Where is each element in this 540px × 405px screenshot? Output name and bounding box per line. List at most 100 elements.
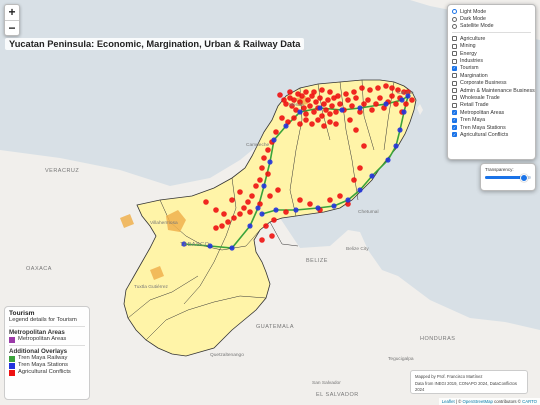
conflict-marker[interactable] — [377, 95, 383, 101]
radio-icon[interactable] — [452, 9, 457, 15]
checkbox-icon[interactable]: ✓ — [452, 117, 457, 123]
station-marker[interactable] — [369, 173, 375, 179]
checkbox-icon[interactable] — [452, 73, 457, 79]
conflict-marker[interactable] — [329, 103, 335, 109]
conflict-marker[interactable] — [403, 101, 409, 107]
carto-link[interactable]: CARTO — [522, 399, 537, 404]
station-marker[interactable] — [271, 137, 277, 143]
station-marker[interactable] — [273, 207, 279, 213]
conflict-marker[interactable] — [267, 193, 273, 199]
station-marker[interactable] — [385, 157, 391, 163]
conflict-marker[interactable] — [279, 115, 285, 121]
conflict-marker[interactable] — [265, 171, 271, 177]
station-marker[interactable] — [293, 207, 299, 213]
conflict-marker[interactable] — [203, 199, 209, 205]
radio-icon[interactable] — [452, 23, 457, 29]
conflict-marker[interactable] — [253, 183, 259, 189]
station-marker[interactable] — [399, 97, 405, 103]
conflict-marker[interactable] — [327, 89, 333, 95]
conflict-marker[interactable] — [303, 111, 309, 117]
station-marker[interactable] — [345, 197, 351, 203]
basemap-option-light[interactable]: Light Mode — [452, 8, 531, 15]
conflict-marker[interactable] — [333, 121, 339, 127]
overlay-option-tourism[interactable]: ✓ Tourism — [452, 65, 531, 72]
conflict-marker[interactable] — [305, 97, 311, 103]
conflict-marker[interactable] — [409, 97, 415, 103]
conflict-marker[interactable] — [269, 233, 275, 239]
conflict-marker[interactable] — [249, 193, 255, 199]
station-marker[interactable] — [259, 211, 265, 217]
conflict-marker[interactable] — [369, 107, 375, 113]
conflict-marker[interactable] — [273, 129, 279, 135]
overlay-option-metropolitan-areas[interactable]: ✓ Metropolitan Areas — [452, 109, 531, 116]
basemap-option-dark[interactable]: Dark Mode — [452, 15, 531, 22]
conflict-marker[interactable] — [241, 205, 247, 211]
conflict-marker[interactable] — [259, 237, 265, 243]
station-marker[interactable] — [357, 105, 363, 111]
station-marker[interactable] — [315, 205, 321, 211]
conflict-marker[interactable] — [259, 165, 265, 171]
checkbox-icon[interactable]: ✓ — [452, 65, 457, 71]
conflict-marker[interactable] — [303, 89, 309, 95]
conflict-marker[interactable] — [275, 187, 281, 193]
conflict-marker[interactable] — [309, 121, 315, 127]
station-marker[interactable] — [317, 105, 323, 111]
conflict-marker[interactable] — [257, 177, 263, 183]
station-marker[interactable] — [393, 143, 399, 149]
conflict-marker[interactable] — [291, 97, 297, 103]
conflict-marker[interactable] — [303, 117, 309, 123]
checkbox-icon[interactable] — [452, 43, 457, 49]
checkbox-icon[interactable]: ✓ — [452, 132, 457, 138]
conflict-marker[interactable] — [213, 207, 219, 213]
zoom-out-button[interactable]: − — [5, 20, 19, 35]
station-marker[interactable] — [331, 203, 337, 209]
station-marker[interactable] — [283, 123, 289, 129]
checkbox-icon[interactable] — [452, 80, 457, 86]
basemap-option-satellite[interactable]: Satellite Mode — [452, 23, 531, 30]
conflict-marker[interactable] — [353, 127, 359, 133]
conflict-marker[interactable] — [361, 101, 367, 107]
conflict-marker[interactable] — [271, 217, 277, 223]
station-marker[interactable] — [255, 205, 261, 211]
conflict-marker[interactable] — [393, 101, 399, 107]
conflict-marker[interactable] — [283, 209, 289, 215]
conflict-marker[interactable] — [333, 109, 339, 115]
station-marker[interactable] — [261, 183, 267, 189]
conflict-marker[interactable] — [237, 211, 243, 217]
checkbox-icon[interactable] — [452, 51, 457, 57]
conflict-marker[interactable] — [263, 223, 269, 229]
conflict-marker[interactable] — [389, 85, 395, 91]
overlay-option-energy[interactable]: Energy — [452, 50, 531, 57]
conflict-marker[interactable] — [383, 83, 389, 89]
checkbox-icon[interactable] — [452, 36, 457, 42]
overlay-option-mining[interactable]: Mining — [452, 43, 531, 50]
conflict-marker[interactable] — [325, 97, 331, 103]
conflict-marker[interactable] — [317, 95, 323, 101]
conflict-marker[interactable] — [351, 89, 357, 95]
conflict-marker[interactable] — [359, 85, 365, 91]
conflict-marker[interactable] — [347, 117, 353, 123]
conflict-marker[interactable] — [307, 201, 313, 207]
conflict-marker[interactable] — [319, 87, 325, 93]
conflict-marker[interactable] — [327, 111, 333, 117]
conflict-marker[interactable] — [351, 177, 357, 183]
conflict-marker[interactable] — [337, 101, 343, 107]
transparency-slider-thumb[interactable] — [520, 173, 529, 182]
conflict-marker[interactable] — [365, 97, 371, 103]
conflict-marker[interactable] — [311, 109, 317, 115]
station-marker[interactable] — [397, 127, 403, 133]
station-marker[interactable] — [357, 187, 363, 193]
station-marker[interactable] — [297, 109, 303, 115]
conflict-marker[interactable] — [295, 91, 301, 97]
checkbox-icon[interactable] — [452, 95, 457, 101]
conflict-marker[interactable] — [349, 103, 355, 109]
conflict-marker[interactable] — [389, 93, 395, 99]
conflict-marker[interactable] — [319, 113, 325, 119]
conflict-marker[interactable] — [277, 92, 283, 98]
conflict-marker[interactable] — [219, 223, 225, 229]
conflict-marker[interactable] — [283, 101, 289, 107]
conflict-marker[interactable] — [245, 199, 251, 205]
conflict-marker[interactable] — [345, 97, 351, 103]
conflict-marker[interactable] — [311, 89, 317, 95]
conflict-marker[interactable] — [375, 85, 381, 91]
